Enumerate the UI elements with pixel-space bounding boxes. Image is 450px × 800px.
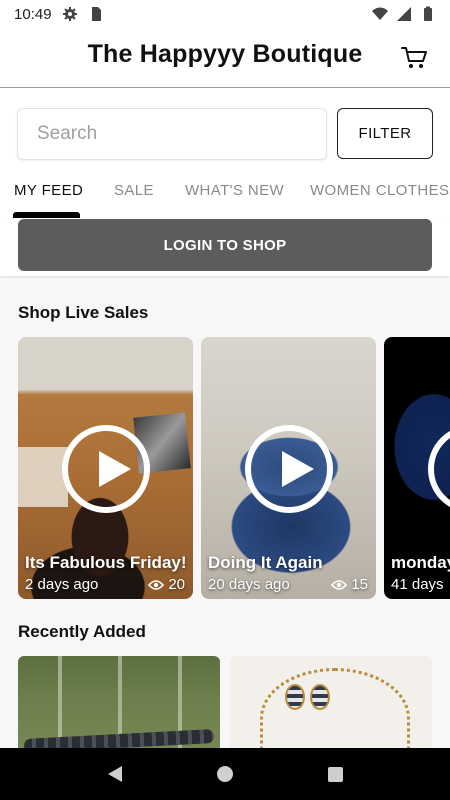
- eye-icon: [331, 579, 348, 590]
- view-count: 15: [351, 576, 368, 593]
- search-row: FILTER: [17, 108, 433, 160]
- sd-card-icon: [91, 7, 101, 21]
- product-image-detail: [285, 684, 305, 710]
- battery-icon: [424, 6, 432, 21]
- eye-icon: [148, 579, 165, 590]
- app-header: The Happyyy Boutique: [0, 28, 450, 88]
- shop-live-sales-heading: Shop Live Sales: [18, 303, 149, 322]
- login-to-shop-button[interactable]: LOGIN TO SHOP: [18, 219, 432, 271]
- video-title: Doing It Again: [208, 553, 323, 572]
- back-icon[interactable]: [107, 766, 122, 782]
- search-input[interactable]: [17, 108, 327, 160]
- product-card[interactable]: [18, 656, 220, 748]
- status-bar: 10:49: [0, 0, 450, 28]
- wifi-icon: [372, 7, 388, 20]
- product-card[interactable]: [230, 656, 432, 748]
- video-views: 15: [331, 576, 368, 593]
- recently-added-heading: Recently Added: [18, 622, 146, 641]
- play-icon[interactable]: [245, 425, 333, 513]
- live-sale-card[interactable]: monday 41 days: [384, 337, 450, 599]
- gear-icon: [62, 7, 77, 21]
- play-icon[interactable]: [62, 425, 150, 513]
- video-views: 20: [148, 576, 185, 593]
- video-meta: 20 days ago 15: [208, 576, 368, 593]
- login-bar: LOGIN TO SHOP: [0, 218, 450, 276]
- status-time: 10:49: [14, 5, 52, 23]
- video-age: 41 days: [391, 576, 444, 593]
- video-meta: 2 days ago 20: [25, 576, 185, 593]
- video-thumbnail: [18, 447, 68, 507]
- signal-icon: [397, 7, 411, 21]
- recent-apps-icon[interactable]: [327, 766, 343, 782]
- video-title: Its Fabulous Friday!: [25, 553, 187, 572]
- play-icon[interactable]: [428, 425, 450, 513]
- page-title: The Happyyy Boutique: [87, 40, 363, 68]
- tab-women-clothes[interactable]: WOMEN CLOTHES: [310, 182, 449, 199]
- video-meta: 41 days: [391, 576, 450, 593]
- tab-my-feed[interactable]: MY FEED: [14, 182, 83, 199]
- product-image: [260, 668, 410, 748]
- view-count: 20: [168, 576, 185, 593]
- category-tabs: MY FEED SALE WHAT'S NEW WOMEN CLOTHES: [0, 172, 450, 218]
- system-nav-bar: [0, 748, 450, 800]
- live-sale-card[interactable]: Doing It Again 20 days ago 15: [201, 337, 376, 599]
- video-age: 20 days ago: [208, 576, 290, 593]
- tab-whats-new[interactable]: WHAT'S NEW: [185, 182, 284, 199]
- product-image-detail: [58, 656, 62, 748]
- tab-sale[interactable]: SALE: [114, 182, 154, 199]
- filter-button[interactable]: FILTER: [337, 108, 433, 159]
- cart-icon[interactable]: [400, 42, 430, 72]
- video-title: monday: [391, 553, 450, 572]
- product-image-detail: [310, 684, 330, 710]
- video-age: 2 days ago: [25, 576, 99, 593]
- feed-content[interactable]: Shop Live Sales Its Fabulous Friday! 2 d…: [0, 278, 450, 748]
- live-sale-card[interactable]: Its Fabulous Friday! 2 days ago 20: [18, 337, 193, 599]
- home-icon[interactable]: [216, 766, 233, 782]
